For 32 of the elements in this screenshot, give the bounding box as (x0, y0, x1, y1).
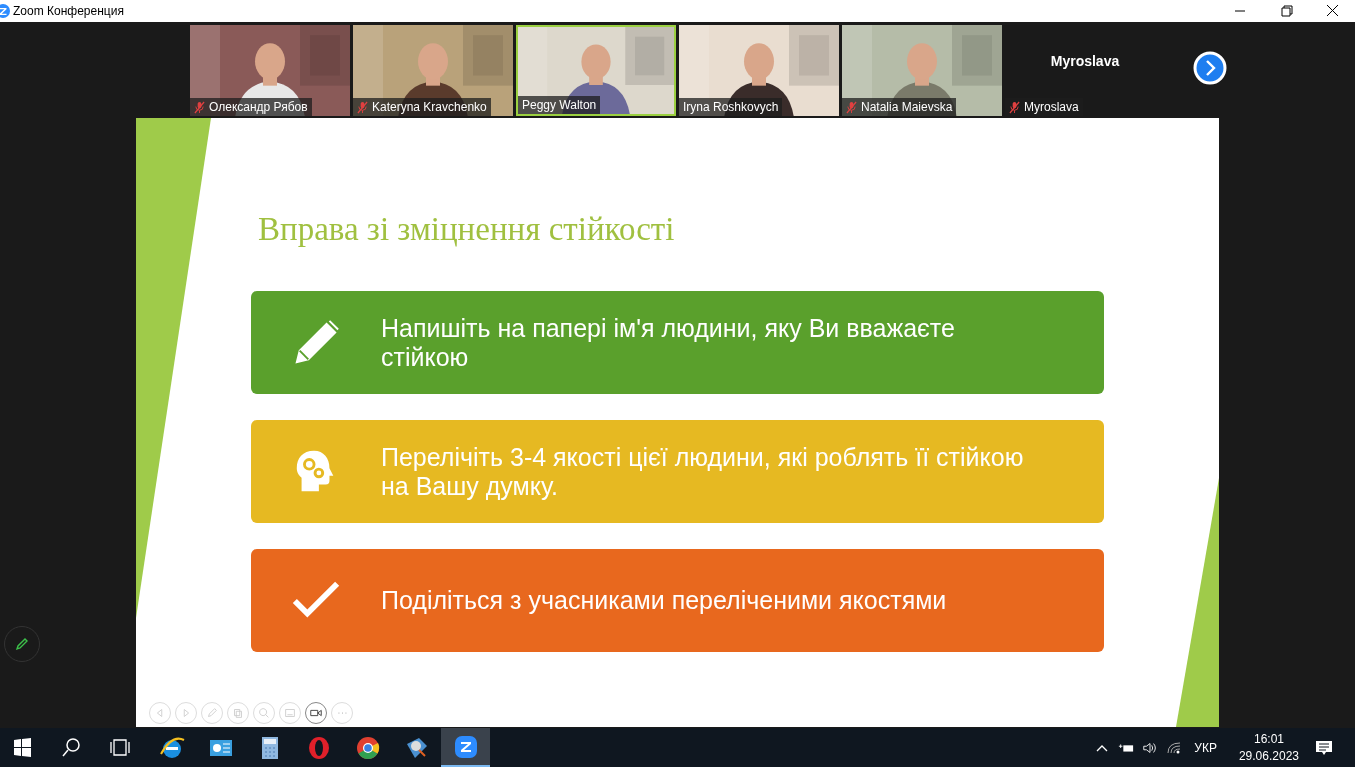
wifi-icon[interactable] (1166, 740, 1183, 755)
pen-icon (205, 706, 219, 720)
notifications-icon[interactable] (1315, 738, 1333, 757)
video-tile[interactable]: Natalia Maievska (842, 25, 1002, 116)
video-camera-icon (309, 706, 323, 720)
video-tile[interactable]: Peggy Walton (516, 25, 676, 116)
video-tile[interactable]: Iryna Roshkovych (679, 25, 839, 116)
taskbar-app[interactable] (441, 728, 490, 767)
step-text: Перелічіть 3-4 якості цієї людини, які роблять її стійкою на Вашу думку. (381, 442, 1025, 501)
copy-icon (231, 706, 245, 720)
step-text: Напишіть на папері ім'я людини, яку Ви вважаєте стійкою (381, 313, 956, 372)
participant-name: Myroslava (1024, 100, 1079, 114)
input-language[interactable]: УКР (1194, 740, 1217, 755)
participant-name: Олександр Рябов (209, 100, 308, 114)
annotate-button[interactable] (4, 626, 40, 662)
next-page-button[interactable] (1193, 51, 1227, 85)
step-text: Поділіться з учасниками переліченими якостями (381, 586, 947, 615)
search-icon (257, 706, 271, 720)
slide-title: Вправа зі зміцнення стійкості (258, 211, 675, 249)
video-tile[interactable]: Kateryna Kravchenko (353, 25, 513, 116)
participant-name: Natalia Maievska (861, 100, 953, 114)
participant-name: Myroslava (1050, 52, 1120, 69)
pencil-icon (14, 636, 30, 652)
window-title: Zoom Конференция (13, 4, 124, 18)
speaker-icon[interactable] (1142, 740, 1159, 755)
clock[interactable]: 16:01 29.06.2023 (1238, 730, 1299, 765)
participant-name: Peggy Walton (522, 98, 597, 112)
participant-name: Iryna Roshkovych (683, 100, 779, 114)
video-tile[interactable]: Олександр Рябов (190, 25, 350, 116)
participant-name: Kateryna Kravchenko (372, 100, 487, 114)
caption-icon (283, 706, 297, 720)
slide-control-button[interactable] (305, 702, 327, 724)
